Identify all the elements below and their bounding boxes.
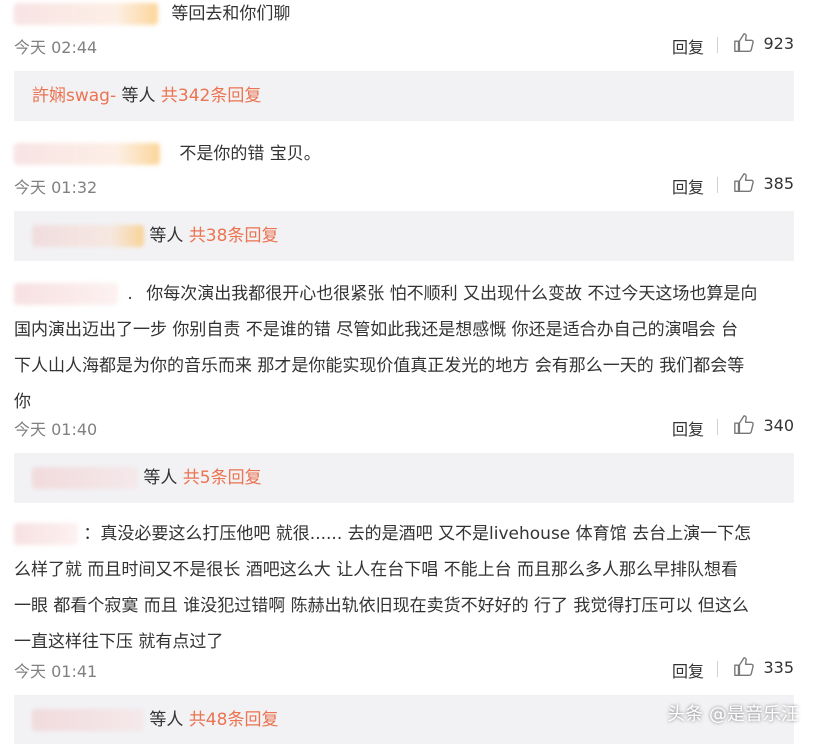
blurred-username xyxy=(14,283,118,305)
divider xyxy=(717,37,718,53)
comment-meta: 今天 01:40 回复 340 xyxy=(14,412,794,440)
sub-reply-user[interactable]: 許娴swag- xyxy=(32,86,116,106)
comment-time: 今天 02:44 xyxy=(14,38,98,57)
divider xyxy=(717,661,718,677)
reply-button[interactable]: 回复 xyxy=(672,34,704,58)
like-button[interactable]: 340 xyxy=(733,414,794,436)
comment-item: 等回去和你们聊 xyxy=(14,0,794,32)
sub-reply-box[interactable]: 等人 共38条回复 xyxy=(14,211,794,261)
like-count: 385 xyxy=(763,173,794,193)
comment-item: 不是你的错 宝贝。 xyxy=(14,136,794,172)
reply-button[interactable]: 回复 xyxy=(672,416,704,440)
comment-item: ：真没必要这么打压他吧 就很...... 去的是酒吧 又不是livehouse … xyxy=(14,516,794,660)
like-count: 340 xyxy=(763,415,794,435)
watermark: 头条 @是音乐汪 xyxy=(667,704,799,725)
thumbs-up-icon xyxy=(734,657,755,676)
sub-reply-and: 等人 xyxy=(149,710,184,730)
comment-item: . 你每次演出我都很开心也很紧张 怕不顺利 又出现什么变故 不过今天这场也算是向… xyxy=(14,276,794,420)
thumbs-up-icon xyxy=(734,173,755,192)
comment-text-line: 国内演出迈出了一步 你别自责 不是谁的错 尽管如此我还是想感慨 你还是适合办自己… xyxy=(14,320,739,340)
sub-reply-box[interactable]: 等人 共5条回复 xyxy=(14,453,794,503)
blurred-sub-username xyxy=(32,709,144,731)
comment-text-line: 么样了就 而且时间又不是很长 酒吧这么大 让人在台下唱 不能上台 而且那么多人那… xyxy=(14,560,739,580)
like-button[interactable]: 385 xyxy=(733,172,794,194)
blurred-username xyxy=(14,523,78,545)
thumbs-up-icon xyxy=(734,415,755,434)
blurred-username xyxy=(14,143,160,165)
comment-text: 等回去和你们聊 xyxy=(14,0,794,32)
blurred-sub-username xyxy=(32,225,144,247)
like-count: 923 xyxy=(763,33,794,53)
sub-reply-and: 等人 xyxy=(121,86,156,106)
comment-meta: 今天 01:32 回复 385 xyxy=(14,170,794,198)
comment-text: 不是你的错 宝贝。 xyxy=(14,136,794,172)
comment-meta: 今天 02:44 回复 923 xyxy=(14,30,794,58)
sub-reply-and: 等人 xyxy=(149,226,184,246)
reply-button[interactable]: 回复 xyxy=(672,174,704,198)
like-button[interactable]: 923 xyxy=(733,32,794,54)
sub-reply-count[interactable]: 共48条回复 xyxy=(189,710,279,730)
comment-meta: 今天 01:41 回复 335 xyxy=(14,654,794,682)
blurred-username xyxy=(14,3,158,25)
divider xyxy=(717,177,718,193)
thumbs-up-icon xyxy=(734,33,755,52)
like-button[interactable]: 335 xyxy=(733,656,794,678)
comment-text: ：真没必要这么打压他吧 就很...... 去的是酒吧 又不是livehouse … xyxy=(14,516,794,552)
sub-reply-count[interactable]: 共5条回复 xyxy=(183,468,262,488)
comment-time: 今天 01:40 xyxy=(14,420,98,439)
comment-text: . 你每次演出我都很开心也很紧张 怕不顺利 又出现什么变故 不过今天这场也算是向 xyxy=(14,276,794,312)
divider xyxy=(717,419,718,435)
sub-reply-box[interactable]: 許娴swag- 等人 共342条回复 xyxy=(14,71,794,121)
comment-text-line: 下人山人海都是为你的音乐而来 那才是你能实现价值真正发光的地方 会有那么一天的 … xyxy=(14,356,745,376)
comment-text-line: 一眼 都看个寂寞 而且 谁没犯过错啊 陈赫出轨依旧现在卖货不好好的 行了 我觉得… xyxy=(14,596,749,616)
reply-button[interactable]: 回复 xyxy=(672,658,704,682)
sub-reply-count[interactable]: 共38条回复 xyxy=(189,226,279,246)
blurred-sub-username xyxy=(32,467,138,489)
sub-reply-and: 等人 xyxy=(143,468,178,488)
comment-time: 今天 01:32 xyxy=(14,178,98,197)
like-count: 335 xyxy=(763,657,794,677)
comment-time: 今天 01:41 xyxy=(14,662,98,681)
sub-reply-count[interactable]: 共342条回复 xyxy=(161,86,261,106)
